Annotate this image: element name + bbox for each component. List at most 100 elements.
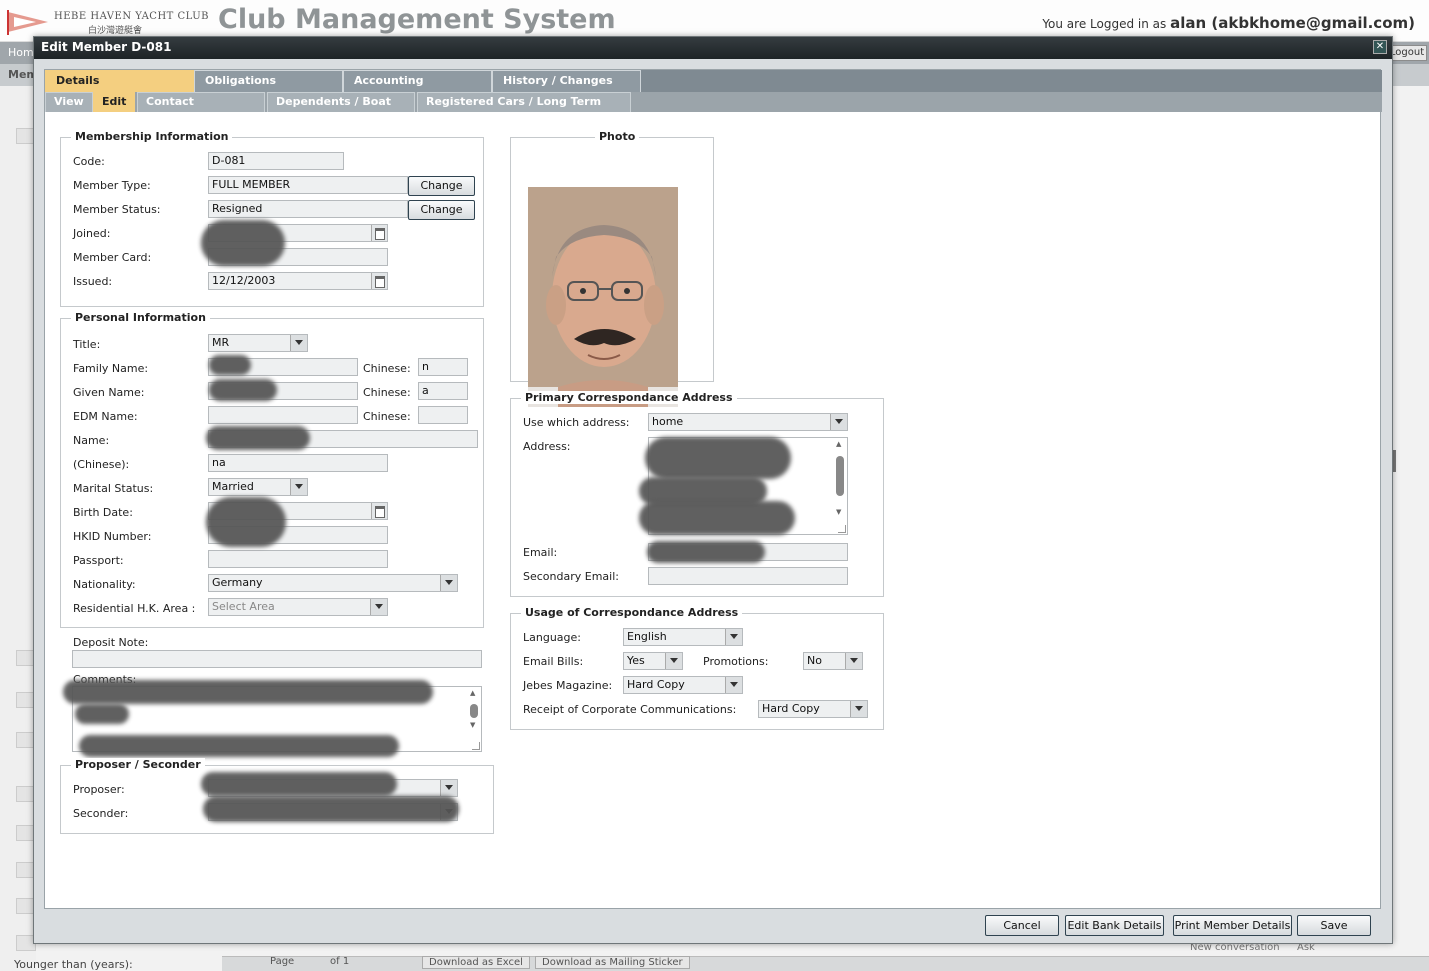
language-select[interactable]: English (623, 628, 743, 646)
chevron-down-icon (290, 335, 307, 351)
proposer-fieldset: Proposer / Seconder Proposer: Seconder: (60, 758, 494, 834)
corporate-select[interactable]: Hard Copy (758, 700, 868, 718)
personal-fieldset: Personal Information Title: MR Family Na… (60, 311, 484, 628)
pager-label: Page (270, 956, 295, 967)
marital-status-select[interactable]: Married (208, 478, 308, 496)
cancel-button[interactable]: Cancel (985, 915, 1059, 936)
membership-legend: Membership Information (71, 130, 233, 143)
subtab-edit[interactable]: Edit (93, 92, 135, 112)
usage-legend: Usage of Correspondance Address (521, 606, 743, 619)
change-status-button[interactable]: Change (408, 200, 475, 220)
deposit-note-field[interactable] (72, 650, 482, 668)
code-label: Code: (73, 155, 105, 168)
change-type-button[interactable]: Change (408, 176, 475, 196)
given-name-label: Given Name: (73, 386, 145, 399)
deposit-note-label: Deposit Note: (73, 636, 149, 649)
issued-field[interactable]: 12/12/2003 (208, 272, 388, 290)
edit-member-dialog: Edit Member D-081 ✕ Details Obligations … (33, 36, 1393, 944)
usage-fieldset: Usage of Correspondance Address Language… (510, 606, 884, 730)
member-photo (528, 187, 678, 407)
magazine-value: Hard Copy (627, 678, 685, 691)
redaction-blur (639, 501, 795, 535)
login-user: alan (akbkhome@gmail.com) (1170, 14, 1415, 32)
calendar-icon[interactable] (371, 273, 387, 289)
use-address-select[interactable]: home (648, 413, 848, 431)
nav-home[interactable]: Hom (8, 46, 34, 59)
passport-label: Passport: (73, 554, 124, 567)
hkid-label: HKID Number: (73, 530, 152, 543)
tab-details[interactable]: Details (45, 70, 194, 92)
passport-field[interactable] (208, 550, 388, 568)
main-tabs: Details Obligations Accounting History /… (45, 70, 1382, 92)
app-title: Club Management System (218, 4, 616, 35)
subtab-dependents[interactable]: Dependents / Boat Crew (267, 92, 415, 126)
dialog-content: Details Obligations Accounting History /… (44, 69, 1382, 909)
resize-handle[interactable] (838, 525, 846, 533)
logout-button[interactable]: Logout (1387, 45, 1427, 61)
nationality-select[interactable]: Germany (208, 574, 458, 592)
issued-value: 12/12/2003 (212, 274, 276, 287)
promotions-select[interactable]: No (803, 652, 863, 670)
redaction-blur (206, 497, 286, 547)
chevron-down-icon (725, 629, 742, 645)
email-bills-select[interactable]: Yes (623, 652, 683, 670)
corporate-value: Hard Copy (762, 702, 820, 715)
calendar-icon[interactable] (371, 225, 387, 241)
proposer-label: Proposer: (73, 783, 125, 796)
magazine-label: Jebes Magazine: (523, 679, 613, 692)
chevron-down-icon (725, 677, 742, 693)
redaction-blur (203, 796, 459, 822)
given-chinese-field[interactable]: a (418, 382, 468, 400)
redaction-blur (209, 379, 277, 401)
login-info: You are Logged in as alan (akbkhome@gmai… (1042, 14, 1415, 32)
redaction-blur (647, 541, 765, 563)
resize-handle[interactable] (472, 742, 480, 750)
edit-bank-details-button[interactable]: Edit Bank Details (1065, 915, 1164, 936)
edm-name-field[interactable] (208, 406, 358, 424)
birth-date-label: Birth Date: (73, 506, 133, 519)
download-excel-button[interactable]: Download as Excel (422, 956, 530, 969)
subtab-registered-cars[interactable]: Registered Cars / Long Term Parking (417, 92, 631, 126)
subtab-view[interactable]: View (45, 92, 93, 112)
sub-tabs: View Edit Contact Information Dependents… (45, 92, 1382, 126)
email-bills-value: Yes (627, 654, 645, 667)
secondary-email-field[interactable] (648, 567, 848, 585)
redaction-blur (206, 426, 310, 450)
magazine-select[interactable]: Hard Copy (623, 676, 743, 694)
chevron-down-icon (370, 599, 387, 615)
nationality-value: Germany (212, 576, 263, 589)
club-name-chinese: 白沙灣遊艇會 (88, 26, 143, 36)
title-select[interactable]: MR (208, 334, 308, 352)
close-icon[interactable]: ✕ (1373, 40, 1387, 54)
calendar-icon[interactable] (371, 503, 387, 519)
code-field[interactable]: D-081 (208, 152, 344, 170)
tab-accounting[interactable]: Accounting (343, 70, 492, 92)
redaction-blur (209, 355, 251, 375)
dialog-titlebar[interactable]: Edit Member D-081 ✕ (34, 37, 1392, 59)
edm-chinese-field[interactable] (418, 406, 468, 424)
seconder-label: Seconder: (73, 807, 129, 820)
corporate-label: Receipt of Corporate Communications: (523, 703, 737, 716)
tab-obligations[interactable]: Obligations (194, 70, 343, 92)
member-type-field[interactable]: FULL MEMBER (208, 176, 408, 194)
joined-label: Joined: (73, 227, 111, 240)
promotions-value: No (807, 654, 822, 667)
redaction-blur (79, 735, 399, 757)
area-label: Residential H.K. Area : (73, 602, 196, 615)
family-chinese-field[interactable]: n (418, 358, 468, 376)
member-status-field[interactable]: Resigned (208, 200, 408, 218)
member-type-label: Member Type: (73, 179, 151, 192)
area-select[interactable]: Select Area (208, 598, 388, 616)
save-button[interactable]: Save (1297, 915, 1371, 936)
name-label: Name: (73, 434, 110, 447)
language-value: English (627, 630, 667, 643)
marital-status-label: Marital Status: (73, 482, 154, 495)
promotions-label: Promotions: (703, 655, 769, 668)
print-member-details-button[interactable]: Print Member Details (1173, 915, 1292, 936)
chevron-down-icon (830, 414, 847, 430)
subtab-contact-information[interactable]: Contact Information (137, 92, 265, 126)
tab-history[interactable]: History / Changes (492, 70, 641, 92)
redaction-blur (63, 680, 433, 704)
chinese-name-field[interactable]: na (208, 454, 388, 472)
download-sticker-button[interactable]: Download as Mailing Sticker (535, 956, 690, 969)
